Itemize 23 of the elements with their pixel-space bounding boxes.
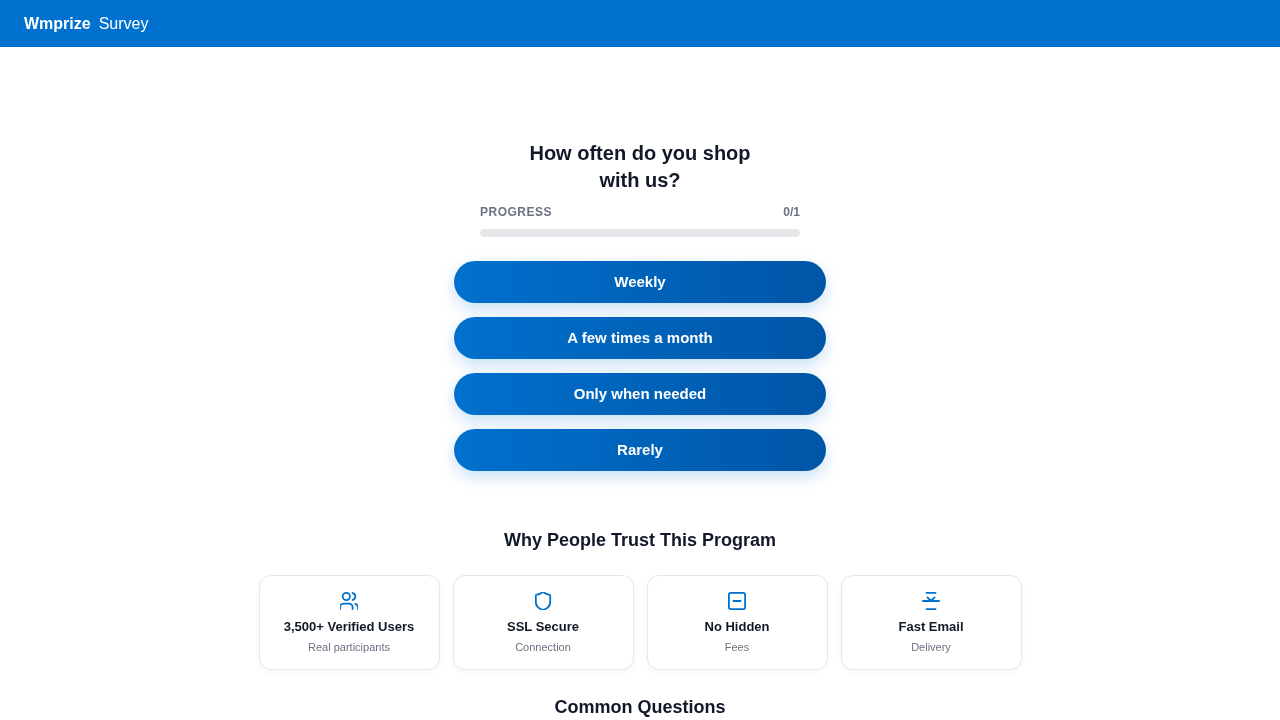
card-subtitle: Fees (724, 640, 750, 655)
faq-heading: Common Questions (554, 696, 726, 719)
card-subtitle: Connection (515, 640, 571, 655)
answer-button[interactable]: A few times a month (454, 317, 826, 359)
trust-heading: Why People Trust This Program (503, 529, 777, 552)
card-title: Fast Email (898, 618, 964, 636)
progress-label: PROGRESS (480, 204, 552, 220)
card-title: SSL Secure (507, 618, 579, 636)
header-title: Survey (98, 13, 149, 34)
card-subtitle: Delivery (911, 640, 951, 655)
answer-button[interactable]: Only when needed (454, 373, 826, 415)
card-subtitle: Real participants (308, 640, 390, 655)
answer-button[interactable]: Weekly (454, 261, 826, 303)
minus-square-icon (728, 592, 746, 610)
shield-icon (534, 592, 552, 610)
chevron-lines-icon (922, 592, 940, 610)
progress-count: 0/1 (783, 204, 800, 220)
card-title: 3,500+ Verified Users (283, 618, 415, 636)
card-title: No Hidden (704, 618, 770, 636)
users-icon (340, 592, 358, 610)
answer-button[interactable]: Rarely (454, 429, 826, 471)
brand-name[interactable]: Wmprize (24, 11, 91, 36)
question-title: How often do you shop with us? (528, 141, 752, 193)
